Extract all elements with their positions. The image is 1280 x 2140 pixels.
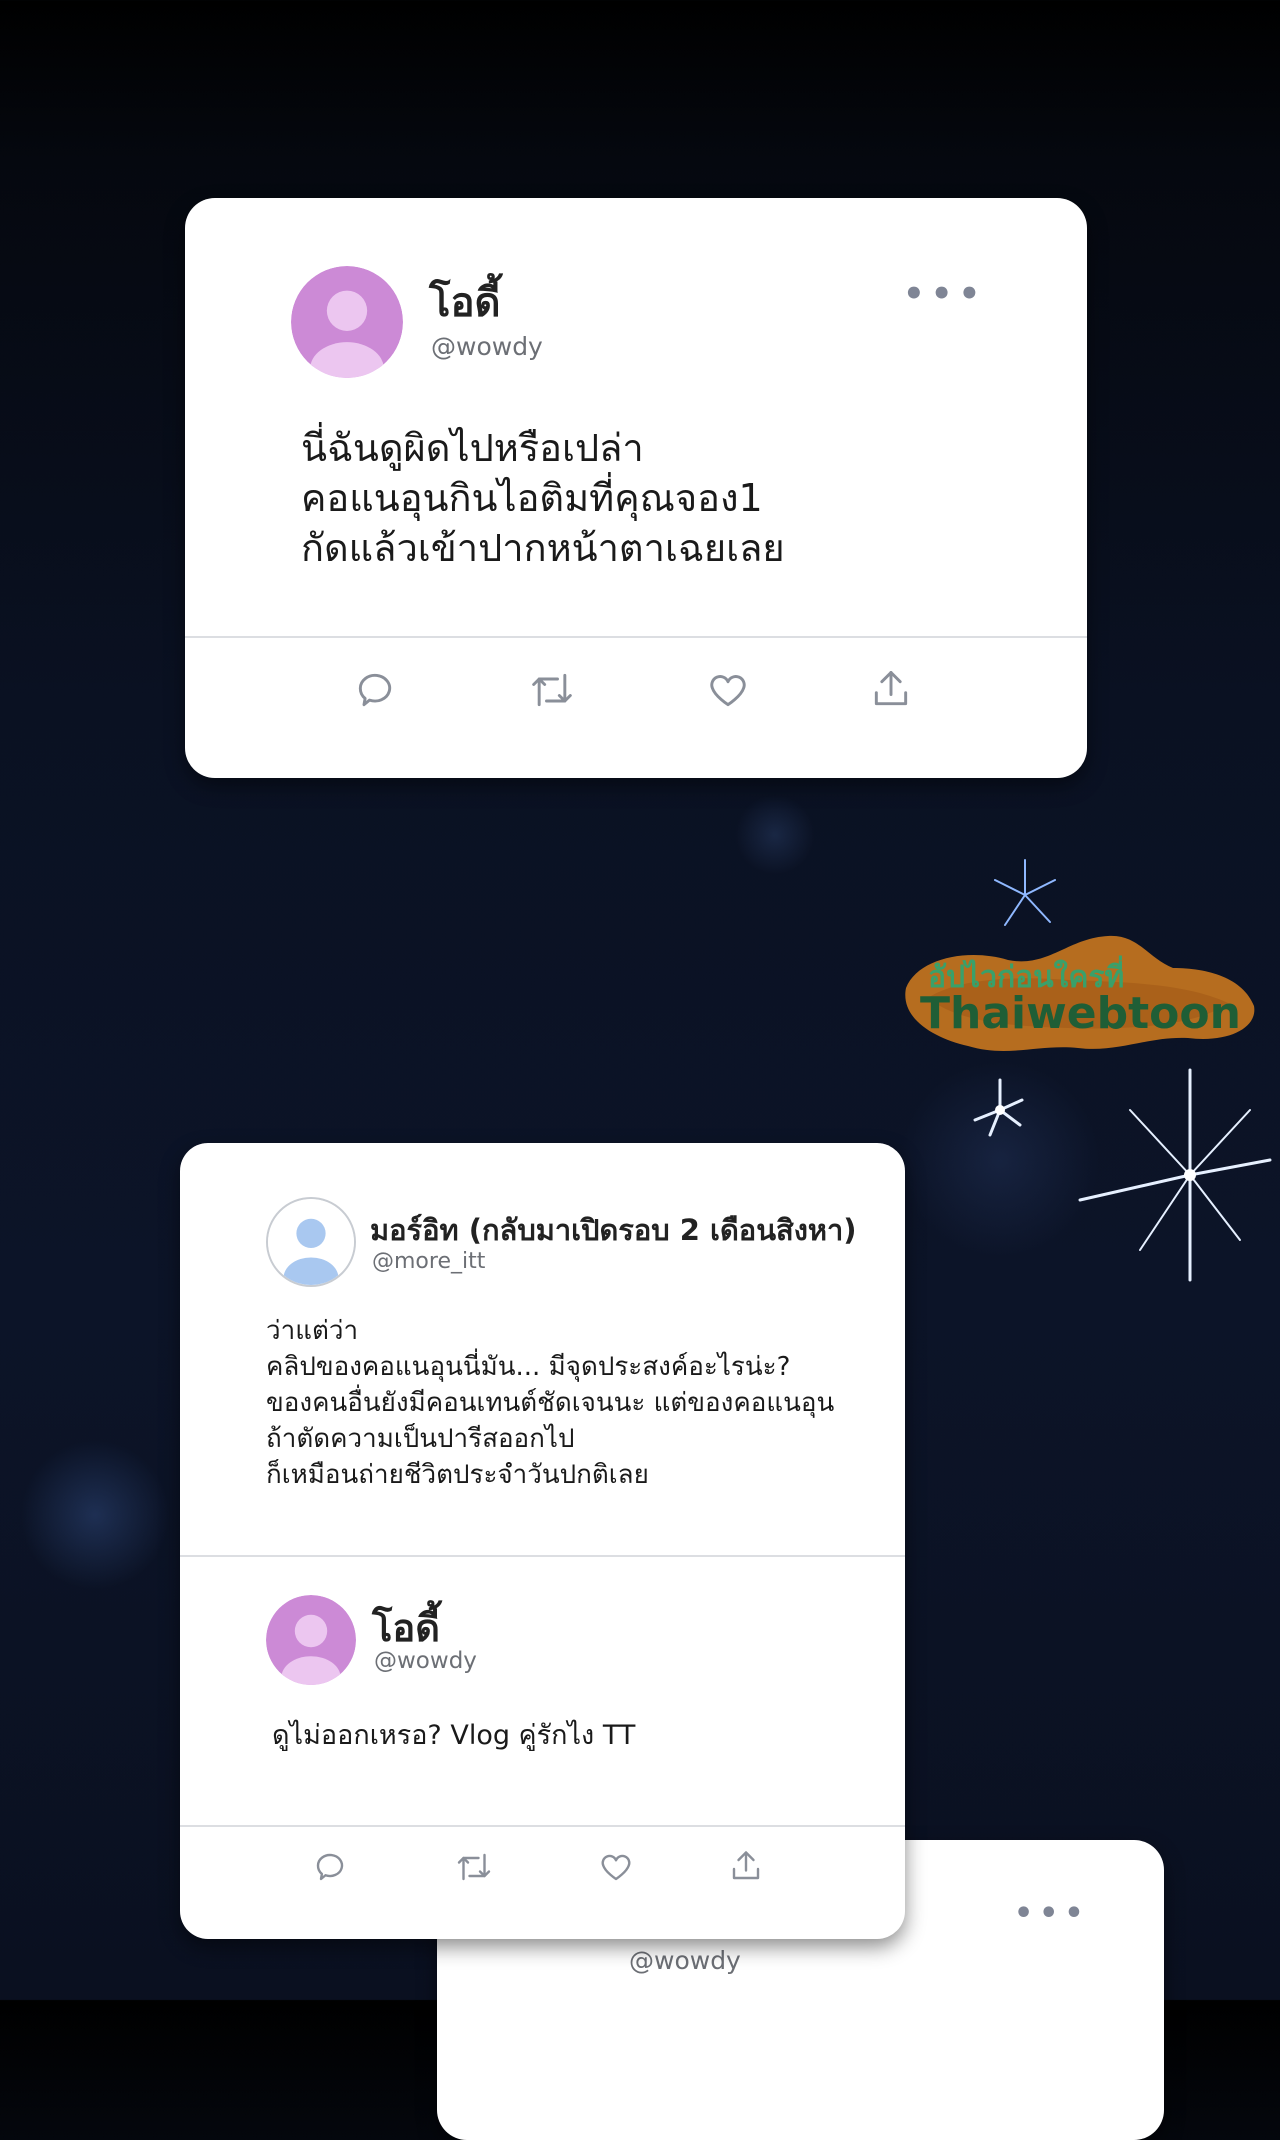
author-name[interactable]: มอร์อิท (กลับมาเปิดรอบ 2 เดือนสิงหา) [370,1207,857,1253]
like-icon[interactable] [598,1849,634,1885]
user-avatar-icon [291,266,403,378]
avatar[interactable] [266,1595,356,1685]
share-icon[interactable] [728,1847,764,1885]
tweet-line: ของคนอื่นยังมีคอนเทนต์ชัดเจนนะ แต่ของคอแ… [266,1388,835,1418]
firework-burst [20,1440,170,1590]
author-handle[interactable]: @wowdy [629,1946,741,1975]
firework-sparkle [973,1068,1272,1282]
author-name[interactable]: โอดี้ [429,270,500,334]
reply-icon[interactable] [353,668,397,712]
reply-icon[interactable] [312,1849,348,1885]
reply-text: ดูไม่ออกเหรอ? Vlog คู่รักไง TT [272,1720,636,1751]
author-handle[interactable]: @wowdy [431,332,543,361]
user-avatar-icon [266,1595,356,1685]
tweet-line: ว่าแต่ว่า [266,1316,359,1346]
tweet-text: นี่ฉันดูผิดไปหรือเปล่า คอแนอุนกินไอติมที… [301,423,785,573]
tweet-line: ก็เหมือนถ่ายชีวิตประจำวันปกติเลย [266,1460,649,1490]
avatar[interactable] [266,1197,356,1287]
share-icon[interactable] [869,666,913,712]
retweet-icon[interactable] [528,668,576,712]
tweet-line: คลิปของคอแนอุนนี่มัน... มีจุดประสงค์อะไร… [266,1352,791,1382]
divider [180,1555,905,1557]
like-icon[interactable] [706,668,750,712]
divider [185,636,1087,638]
retweet-icon[interactable] [454,1849,494,1885]
user-avatar-icon [268,1199,354,1285]
avatar[interactable] [291,266,403,378]
divider [180,1825,905,1827]
tweet-text: ว่าแต่ว่า คลิปของคอแนอุนนี่มัน... มีจุดป… [266,1313,834,1493]
tweet-line: นี่ฉันดูผิดไปหรือเปล่า [301,426,644,470]
tweet-line: ถ้าตัดความเป็นปารีสออกไป [266,1424,575,1454]
tweet-thread-card: มอร์อิท (กลับมาเปิดรอบ 2 เดือนสิงหา) @mo… [180,1143,905,1939]
tweet-line: กัดแล้วเข้าปากหน้าตาเฉยเลย [301,526,785,570]
author-handle[interactable]: @more_itt [372,1249,485,1274]
watermark-line2: Thaiwebtoon [920,988,1241,1039]
thaiwebtoon-logo: อัปไวก่อนใครที่ Thaiwebtoon [898,918,1260,1068]
more-horizontal-icon[interactable]: ••• [903,274,986,314]
tweet-line: คอแนอุนกินไอติมที่คุณจอง1 [301,476,763,520]
more-horizontal-icon[interactable]: ••• [1014,1896,1090,1931]
tweet-card: โอดี้ @wowdy ••• นี่ฉันดูผิดไปหรือเปล่า … [185,198,1087,778]
reply-author-handle[interactable]: @wowdy [374,1648,477,1674]
firework-burst [735,795,815,875]
